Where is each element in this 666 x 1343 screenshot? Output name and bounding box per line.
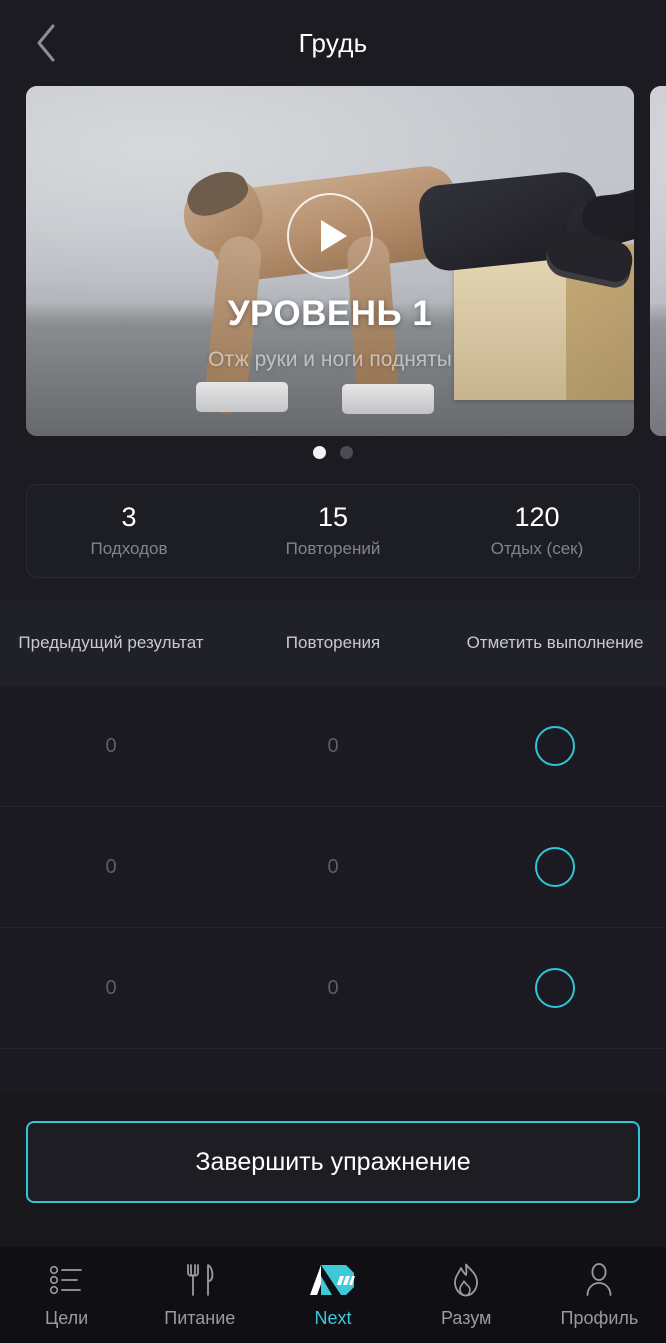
stat-rest-label: Отдых (сек) (490, 538, 584, 558)
stat-rest: 120 Отдых (сек) (435, 502, 639, 559)
column-header-done: Отметить выполнение (466, 632, 644, 652)
play-icon[interactable] (287, 193, 373, 279)
stat-reps-label: Повторений (285, 538, 381, 558)
nav-item-profile[interactable]: Профиль (533, 1261, 666, 1329)
nav-label-profile: Профиль (560, 1308, 639, 1328)
cell-reps[interactable]: 0 (222, 856, 444, 879)
exercise-photo-next (650, 86, 666, 436)
flame-icon (452, 1261, 480, 1299)
nav-label-next: Next (314, 1308, 352, 1328)
stats-section: 3 Подходов 15 Повторений 120 Отдых (сек) (0, 474, 666, 600)
video-carousel-section: УРОВЕНЬ 1 Отж руки и ноги подняты (0, 86, 666, 474)
slide-level-label: УРОВЕНЬ 1 (227, 294, 433, 333)
cell-done (444, 847, 666, 887)
person-icon (584, 1261, 614, 1299)
app-header: Грудь (0, 0, 666, 86)
table-row: 0 0 (0, 686, 666, 807)
carousel-dot-2[interactable] (340, 445, 353, 459)
set-complete-checkbox[interactable] (535, 726, 575, 766)
carousel-pagination (0, 436, 666, 468)
cell-reps[interactable]: 0 (222, 735, 444, 758)
set-complete-checkbox[interactable] (535, 847, 575, 887)
previous-value: 0 (105, 734, 117, 757)
column-header-reps: Повторения (285, 632, 381, 652)
nav-label-goals: Цели (44, 1308, 89, 1328)
stat-sets: 3 Подходов (27, 502, 231, 559)
cell-previous: 0 (0, 977, 222, 1000)
reps-value: 0 (327, 976, 339, 999)
carousel-slide-next[interactable] (650, 86, 666, 436)
carousel-dot-1[interactable] (313, 445, 326, 459)
reps-value: 0 (327, 734, 339, 757)
cell-done (444, 968, 666, 1008)
nav-item-nutrition[interactable]: Питание (133, 1261, 266, 1329)
nav-label-nutrition: Питание (164, 1308, 236, 1328)
page-title: Грудь (298, 27, 368, 58)
stats-card: 3 Подходов 15 Повторений 120 Отдых (сек) (26, 484, 640, 578)
nav-item-mind[interactable]: Разум (400, 1261, 533, 1329)
column-header-previous: Предыдущий результат (18, 632, 204, 652)
bottom-spacer (0, 1203, 666, 1247)
stat-sets-value: 3 (121, 502, 137, 533)
nav-item-next[interactable]: Next (266, 1261, 399, 1329)
cta-section: Завершить упражнение (0, 1093, 666, 1203)
cell-reps[interactable]: 0 (222, 977, 444, 1000)
chevron-left-icon (34, 23, 58, 63)
play-triangle (320, 220, 347, 252)
sets-table: Предыдущий результат Повторения Отметить… (0, 600, 666, 1093)
table-header-row: Предыдущий результат Повторения Отметить… (0, 600, 666, 686)
stat-reps: 15 Повторений (231, 502, 435, 559)
back-button[interactable] (18, 15, 74, 71)
nav-item-goals[interactable]: Цели (0, 1261, 133, 1329)
stat-sets-label: Подходов (90, 538, 168, 558)
slide-subtitle: Отж руки и ноги подняты (208, 348, 452, 371)
reps-value: 0 (327, 855, 339, 878)
nav-label-mind: Разум (440, 1308, 492, 1328)
video-carousel[interactable]: УРОВЕНЬ 1 Отж руки и ноги подняты (0, 86, 666, 436)
cell-previous: 0 (0, 735, 222, 758)
next-logo-icon (308, 1261, 358, 1299)
cell-done (444, 726, 666, 766)
stat-rest-value: 120 (514, 502, 560, 533)
table-row: 0 0 (0, 807, 666, 928)
cutlery-icon (185, 1261, 215, 1299)
set-complete-checkbox[interactable] (535, 968, 575, 1008)
list-icon (49, 1261, 85, 1299)
finish-exercise-button[interactable]: Завершить упражнение (26, 1121, 640, 1203)
exercise-detail-screen: Грудь УРОВЕНЬ 1 Отж руки и ноги подняты … (0, 0, 666, 1343)
cell-previous: 0 (0, 856, 222, 879)
previous-value: 0 (105, 976, 117, 999)
carousel-slide[interactable]: УРОВЕНЬ 1 Отж руки и ноги подняты (26, 86, 634, 436)
bottom-navigation: Цели Питание Next Разум Профиль (0, 1247, 666, 1343)
previous-value: 0 (105, 855, 117, 878)
table-row: 0 0 (0, 928, 666, 1049)
stat-reps-value: 15 (317, 502, 349, 533)
